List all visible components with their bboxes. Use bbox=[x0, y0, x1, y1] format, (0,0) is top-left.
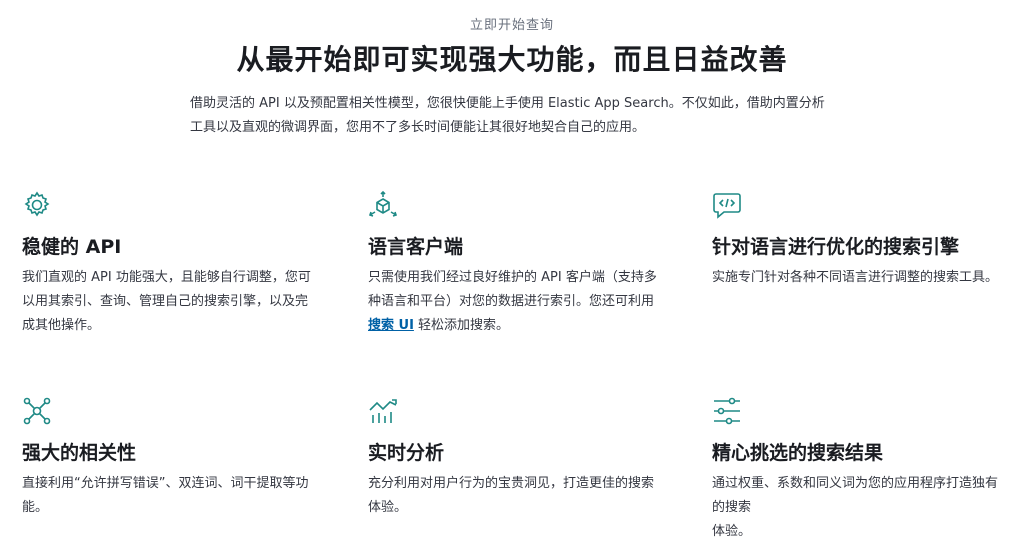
feature-title: 实时分析 bbox=[368, 442, 445, 464]
hero-section: 立即开始查询 从最开始即可实现强大功能，而且日益改善 借助灵活的 API 以及预… bbox=[0, 0, 1024, 150]
feature-desc-text: 通过权重、系数和同义词为您的应用程序打造独有的搜索 bbox=[712, 476, 999, 515]
feature-title: 强大的相关性 bbox=[22, 442, 137, 464]
feature-desc: 充分利用对用户行为的宝贵洞见，打造更佳的搜索体验。 bbox=[368, 476, 655, 515]
analytics-icon bbox=[368, 396, 398, 426]
feature-language-optimized: 针对语言进行优化的搜索引擎 实施专门针对各种不同语言进行调整的搜索工具。 bbox=[712, 190, 1012, 285]
page-title: 从最开始即可实现强大功能，而且日益改善 bbox=[236, 43, 788, 76]
intro-paragraph: 借助灵活的 API 以及预配置相关性模型，您很快便能上手使用 Elastic A… bbox=[190, 96, 825, 135]
feature-title: 语言客户端 bbox=[368, 236, 464, 258]
feature-desc: 直接利用“允许拼写错误”、双连词、词干提取等功能。 bbox=[22, 476, 309, 515]
network-icon bbox=[22, 396, 52, 426]
feature-desc: 只需使用我们经过良好维护的 API 客户端（支持多种语言和平台）对您的数据进行索… bbox=[368, 266, 660, 338]
search-ui-link[interactable]: 搜索 UI bbox=[368, 318, 414, 333]
cube-icon bbox=[368, 190, 398, 220]
eyebrow-text: 立即开始查询 bbox=[469, 18, 554, 33]
feature-curated-results: 精心挑选的搜索结果 通过权重、系数和同义词为您的应用程序打造独有的搜索体验。 bbox=[712, 396, 1012, 539]
feature-language-clients: 语言客户端 只需使用我们经过良好维护的 API 客户端（支持多种语言和平台）对您… bbox=[368, 190, 668, 333]
code-chat-icon bbox=[712, 190, 742, 220]
gear-icon bbox=[22, 190, 52, 220]
feature-title: 针对语言进行优化的搜索引擎 bbox=[712, 236, 960, 258]
feature-relevance: 强大的相关性 直接利用“允许拼写错误”、双连词、词干提取等功能。 bbox=[22, 396, 322, 515]
feature-robust-api: 稳健的 API 我们直观的 API 功能强大，且能够自行调整，您可以用其索引、查… bbox=[22, 190, 322, 333]
feature-desc: 实施专门针对各种不同语言进行调整的搜索工具。 bbox=[712, 270, 999, 285]
feature-desc: 我们直观的 API 功能强大，且能够自行调整，您可以用其索引、查询、管理自己的搜… bbox=[22, 270, 311, 333]
sliders-icon bbox=[712, 396, 742, 426]
feature-desc-text: 只需使用我们经过良好维护的 API 客户端（支持多种语言和平台）对您的数据进行索… bbox=[368, 270, 657, 309]
feature-desc: 通过权重、系数和同义词为您的应用程序打造独有的搜索体验。 bbox=[712, 472, 1004, 544]
feature-desc-text-end: 体验。 bbox=[712, 524, 752, 539]
feature-analytics: 实时分析 充分利用对用户行为的宝贵洞见，打造更佳的搜索体验。 bbox=[368, 396, 668, 515]
feature-title: 稳健的 API bbox=[22, 236, 122, 258]
feature-desc-text-end: 轻松添加搜索。 bbox=[413, 318, 510, 333]
feature-title: 精心挑选的搜索结果 bbox=[712, 442, 884, 464]
